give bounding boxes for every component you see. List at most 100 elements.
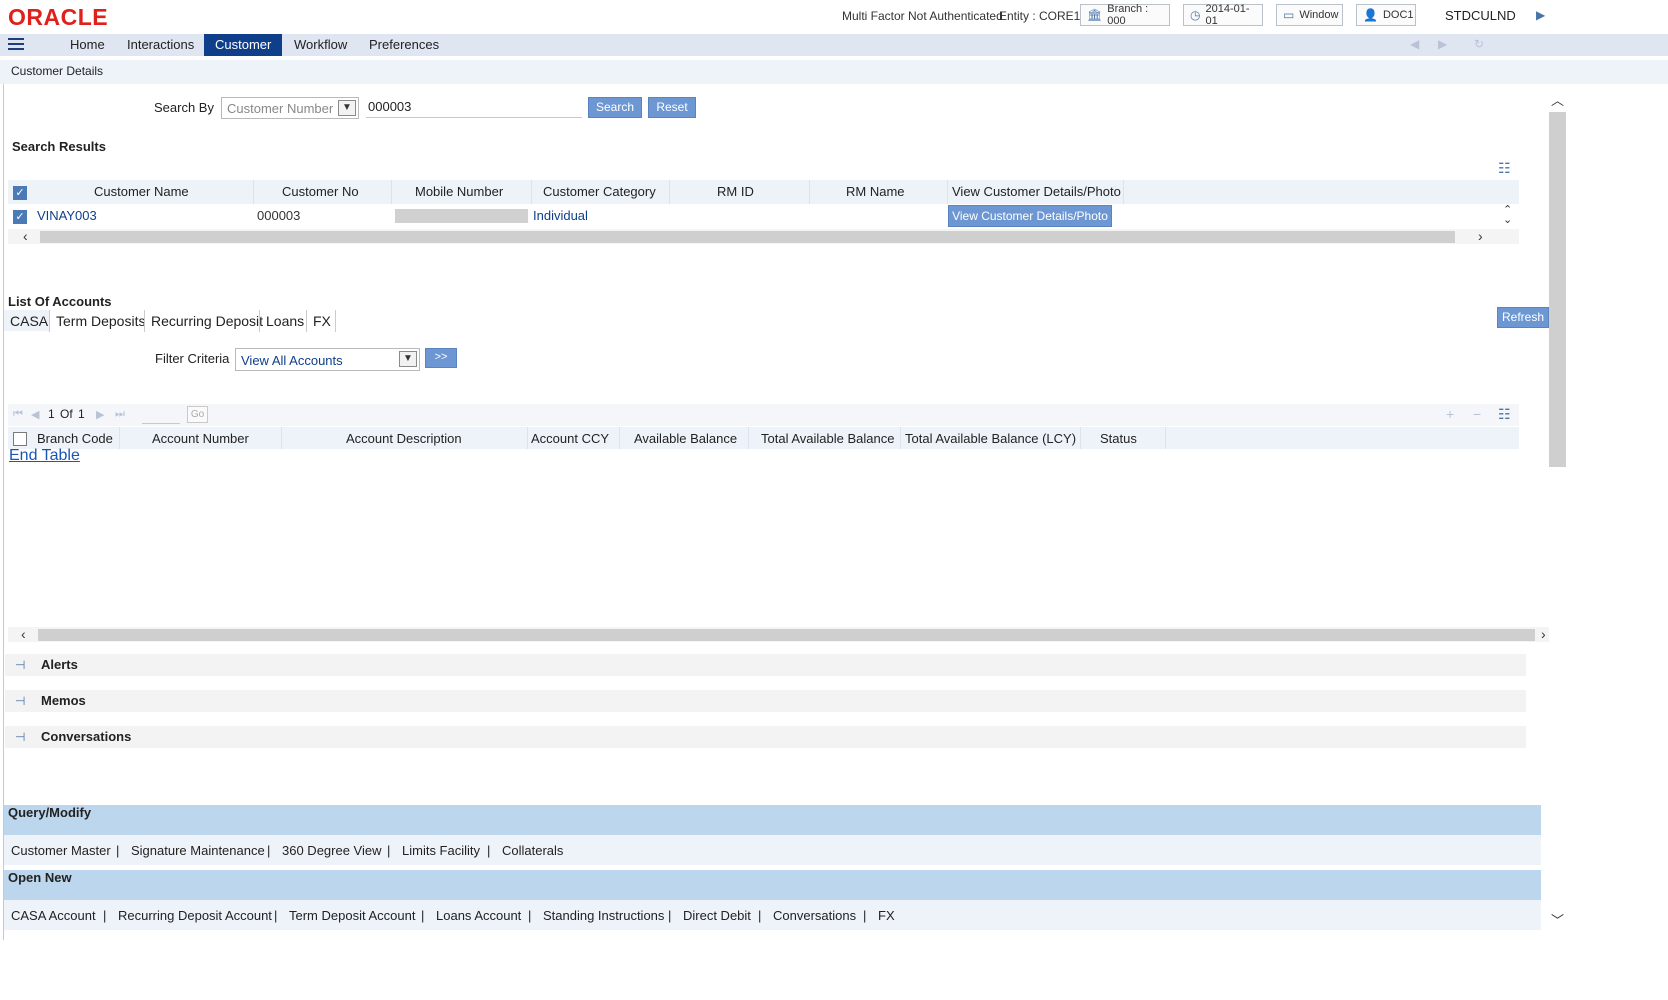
link-fx[interactable]: FX	[878, 908, 895, 923]
section-alerts[interactable]: ⊣ Alerts	[5, 654, 1526, 676]
chevron-down-icon: ▼	[399, 351, 417, 367]
row-checkbox[interactable]: ✓	[13, 210, 27, 224]
clock-icon: ◷	[1190, 8, 1201, 22]
col-status: Status	[1100, 431, 1137, 446]
first-page-icon[interactable]: ⏮	[13, 408, 23, 421]
tab-loans[interactable]: Loans	[260, 311, 310, 331]
expand-arrow-icon[interactable]: ▶	[1536, 8, 1545, 22]
open-new-links: CASA Account | Recurring Deposit Account…	[4, 900, 1541, 930]
link-separator: |	[267, 843, 271, 858]
scroll-left-icon[interactable]: ‹	[21, 626, 26, 642]
row-scroll-arrows-icon[interactable]: ⌃ ⌄	[1503, 205, 1512, 226]
link-360-degree-view[interactable]: 360 Degree View	[282, 843, 382, 858]
hamburger-menu-icon[interactable]	[8, 38, 24, 52]
nav-back-icon[interactable]: ◀	[1410, 37, 1419, 51]
table-row: ✓ VINAY003 000003 Individual View Custom…	[8, 204, 1503, 228]
link-casa-account[interactable]: CASA Account	[11, 908, 96, 923]
col-total-available-balance: Total Available Balance	[761, 431, 895, 446]
scroll-right-icon[interactable]: ›	[1478, 228, 1483, 244]
scroll-left-icon[interactable]: ‹	[23, 228, 28, 244]
scroll-up-icon[interactable]: ︿	[1551, 90, 1564, 109]
link-standing-instructions[interactable]: Standing Instructions	[543, 908, 664, 923]
customer-category-cell: Individual	[533, 208, 588, 223]
col-divider	[119, 427, 120, 449]
search-button[interactable]: Search	[588, 97, 642, 118]
col-available-balance: Available Balance	[634, 431, 738, 446]
reset-button[interactable]: Reset	[648, 97, 696, 118]
accounts-table-header: Branch Code Account Number Account Descr…	[8, 427, 1519, 449]
page-title-strip: Customer Details	[0, 60, 1668, 84]
prev-page-icon[interactable]: ◀	[31, 408, 39, 421]
link-separator: |	[387, 843, 391, 858]
go-page-button[interactable]: Go	[187, 406, 208, 423]
link-loans-account[interactable]: Loans Account	[436, 908, 521, 923]
date-button[interactable]: ◷ 2014-01-01	[1183, 3, 1263, 27]
pager-bar: ⏮ ◀ 1 Of 1 ▶ ⏭ Go + − ☷	[8, 404, 1519, 426]
view-customer-details-button[interactable]: View Customer Details/Photo	[948, 205, 1112, 227]
window-button[interactable]: ▭ Window	[1276, 4, 1343, 26]
link-collaterals[interactable]: Collaterals	[502, 843, 563, 858]
menu-home[interactable]: Home	[59, 34, 116, 56]
filter-criteria-select[interactable]: View All Accounts ▼	[235, 348, 420, 371]
remove-row-icon[interactable]: −	[1473, 406, 1481, 422]
tab-recurring-deposit[interactable]: Recurring Deposit	[145, 311, 269, 331]
results-table-header: ✓ Customer Name Customer No Mobile Numbe…	[8, 180, 1519, 204]
scroll-down-icon[interactable]: ﹀	[1551, 910, 1564, 929]
tab-casa[interactable]: CASA	[4, 311, 54, 331]
link-conversations[interactable]: Conversations	[773, 908, 856, 923]
search-by-select[interactable]: Customer Number ▼	[221, 97, 359, 119]
col-divider	[619, 427, 620, 449]
menu-preferences[interactable]: Preferences	[358, 34, 450, 56]
col-account-ccy: Account CCY	[531, 431, 610, 446]
link-limits-facility[interactable]: Limits Facility	[402, 843, 480, 858]
tab-fx[interactable]: FX	[307, 311, 337, 331]
add-row-icon[interactable]: +	[1446, 406, 1454, 422]
link-separator: |	[103, 908, 107, 923]
page-number-input[interactable]	[142, 407, 180, 424]
link-signature-maintenance[interactable]: Signature Maintenance	[131, 843, 265, 858]
user-button[interactable]: 👤 DOC1	[1356, 4, 1416, 26]
link-separator: |	[528, 908, 532, 923]
branch-button[interactable]: 🏛 Branch : 000	[1080, 3, 1170, 27]
menu-workflow[interactable]: Workflow	[283, 34, 358, 56]
page-vscroll-thumb[interactable]	[1549, 112, 1566, 467]
query-modify-band: Query/Modify	[4, 805, 1541, 835]
nav-forward-icon[interactable]: ▶	[1438, 37, 1447, 51]
search-input[interactable]: 000003	[366, 97, 582, 118]
customer-name-cell[interactable]: VINAY003	[37, 208, 97, 223]
expand-icon: ⊣	[15, 694, 26, 708]
apply-filter-button[interactable]: >>	[425, 348, 457, 368]
column-options-icon[interactable]: ☷	[1498, 406, 1511, 423]
scroll-right-icon[interactable]: ›	[1541, 626, 1546, 642]
next-page-icon[interactable]: ▶	[96, 408, 104, 421]
col-account-description: Account Description	[346, 431, 462, 446]
accounts-hscroll-thumb[interactable]	[38, 629, 1535, 641]
select-all-checkbox[interactable]: ✓	[13, 186, 27, 200]
link-separator: |	[116, 843, 120, 858]
filter-criteria-label: Filter Criteria	[155, 351, 230, 366]
link-recurring-deposit-account[interactable]: Recurring Deposit Account	[118, 908, 272, 923]
col-divider	[809, 180, 810, 204]
refresh-button[interactable]: Refresh	[1497, 307, 1549, 328]
menu-customer[interactable]: Customer	[204, 34, 283, 56]
col-mobile-number: Mobile Number	[415, 184, 504, 199]
tab-term-deposits[interactable]: Term Deposits	[50, 311, 151, 331]
results-hscroll-thumb[interactable]	[40, 231, 1455, 243]
col-divider	[748, 427, 749, 449]
last-page-icon[interactable]: ⏭	[115, 408, 125, 421]
col-divider	[669, 180, 670, 204]
link-customer-master[interactable]: Customer Master	[11, 843, 111, 858]
link-term-deposit-account[interactable]: Term Deposit Account	[289, 908, 415, 923]
link-separator: |	[863, 908, 867, 923]
link-direct-debit[interactable]: Direct Debit	[683, 908, 751, 923]
end-table-link[interactable]: End Table	[9, 447, 80, 465]
column-options-icon[interactable]: ☷	[1498, 160, 1511, 177]
current-page: 1	[48, 407, 55, 421]
refresh-icon[interactable]: ↻	[1474, 37, 1484, 51]
select-all-accounts-checkbox[interactable]	[13, 432, 27, 446]
link-separator: |	[668, 908, 672, 923]
section-conversations[interactable]: ⊣ Conversations	[5, 726, 1526, 748]
section-memos[interactable]: ⊣ Memos	[5, 690, 1526, 712]
menu-interactions[interactable]: Interactions	[116, 34, 205, 56]
col-customer-no: Customer No	[282, 184, 359, 199]
